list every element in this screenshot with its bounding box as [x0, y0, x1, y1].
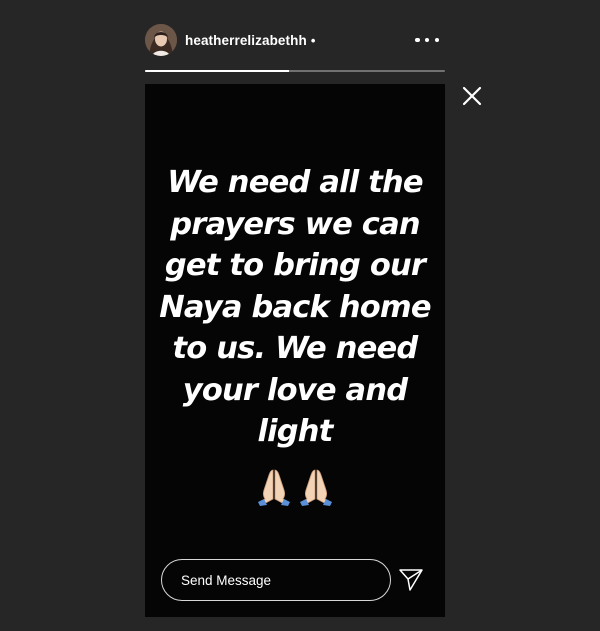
send-message-input[interactable]: Send Message — [161, 559, 391, 601]
story-content[interactable]: We need all the prayers we can get to br… — [145, 84, 445, 617]
story-text-line: to us. We need — [172, 331, 419, 366]
close-button[interactable] — [462, 86, 482, 106]
story-text-line: Naya back home — [159, 289, 431, 325]
folded-hands-emoji — [258, 469, 290, 506]
separator-dot: • — [310, 32, 316, 48]
story-progress-bar — [145, 70, 445, 72]
avatar[interactable] — [145, 24, 177, 56]
paper-plane-icon — [399, 569, 423, 591]
story-text-line: get to bring our — [164, 248, 426, 283]
more-options-button[interactable] — [415, 30, 439, 50]
story-viewer: heatherrelizabethh • We need all the pra… — [0, 0, 600, 631]
story-text-line: your love and — [182, 372, 408, 408]
send-message-placeholder: Send Message — [181, 572, 272, 588]
more-horizontal-icon — [424, 37, 430, 43]
more-horizontal-icon — [434, 37, 439, 43]
story-text-line: light — [257, 414, 333, 449]
more-horizontal-icon — [415, 37, 420, 43]
story-progress-fill — [145, 70, 289, 72]
username[interactable]: heatherrelizabethh — [185, 33, 307, 48]
story-text-line: We need all the — [167, 165, 423, 200]
story-text-line: prayers we can — [170, 206, 420, 242]
folded-hands-emoji — [300, 469, 332, 506]
story-text: We need all the prayers we can get to br… — [145, 162, 445, 453]
close-icon — [462, 86, 482, 106]
send-button[interactable] — [398, 568, 424, 592]
emoji-row — [145, 466, 445, 506]
story-header: heatherrelizabethh • — [145, 22, 445, 58]
